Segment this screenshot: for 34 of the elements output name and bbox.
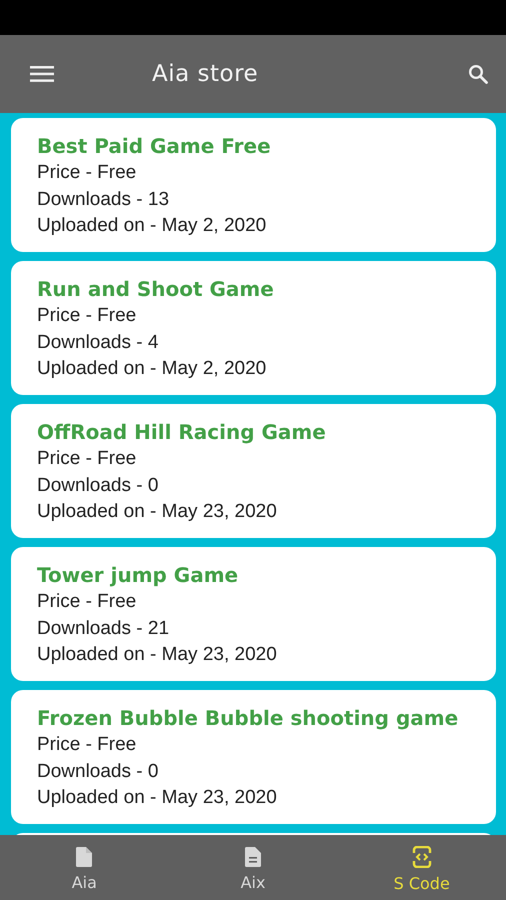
app-title-text: Run and Shoot Game bbox=[37, 276, 275, 303]
app-title-text: Frozen Bubble Bubble shooting game bbox=[37, 705, 460, 732]
app-card[interactable]: Frozen Bubble Bubble shooting game Price - Free Downloads - 0 Uploaded on - May 23, 2020 bbox=[11, 690, 496, 824]
upload-date-text: Uploaded on - May 23, 2020 bbox=[37, 643, 278, 667]
nav-tab[interactable]: Aix bbox=[168, 835, 338, 900]
downloads-text: Downloads - 21 bbox=[37, 616, 170, 640]
price-text: Price - Free bbox=[37, 447, 138, 471]
app-card[interactable]: OffRoad Hill Racing Game Price - Free Downloads - 0 Uploaded on - May 23, 2020 bbox=[11, 404, 496, 538]
nav-tab[interactable]: S Code bbox=[337, 835, 506, 900]
downloads-text: Downloads - 0 bbox=[37, 474, 160, 498]
upload-date-text: Uploaded on - May 2, 2020 bbox=[37, 214, 268, 238]
price-text: Price - Free bbox=[37, 733, 138, 757]
downloads-text: Downloads - 0 bbox=[37, 760, 160, 784]
file-icon bbox=[76, 847, 92, 867]
app-card[interactable]: Tower jump Game Price - Free Downloads - 21 Uploaded on - May 23, 2020 bbox=[11, 547, 496, 681]
downloads-text: Downloads - 13 bbox=[37, 188, 170, 212]
nav-tab[interactable]: Aia bbox=[0, 835, 169, 900]
upload-date-text: Uploaded on - May 23, 2020 bbox=[37, 500, 278, 524]
app-title-text: Tower jump Game bbox=[37, 562, 240, 589]
app-title: Aia store bbox=[152, 61, 260, 87]
app-title-text: OffRoad Hill Racing Game bbox=[37, 419, 327, 446]
code-icon bbox=[412, 846, 432, 868]
menu-icon[interactable] bbox=[30, 65, 54, 83]
downloads-text: Downloads - 4 bbox=[37, 330, 160, 354]
price-text: Price - Free bbox=[37, 590, 138, 614]
price-text: Price - Free bbox=[37, 161, 138, 185]
app-card[interactable]: Best Paid Game Free Price - Free Downloads - 13 Uploaded on - May 2, 2020 bbox=[11, 118, 496, 252]
app-card[interactable]: Run and Shoot Game Price - Free Downloads - 4 Uploaded on - May 2, 2020 bbox=[11, 261, 496, 395]
document-icon bbox=[245, 847, 261, 867]
search-icon[interactable] bbox=[468, 64, 488, 84]
upload-date-text: Uploaded on - May 23, 2020 bbox=[37, 786, 278, 810]
upload-date-text: Uploaded on - May 2, 2020 bbox=[37, 357, 268, 381]
price-text: Price - Free bbox=[37, 304, 138, 328]
app-title-text: Best Paid Game Free bbox=[37, 133, 272, 160]
